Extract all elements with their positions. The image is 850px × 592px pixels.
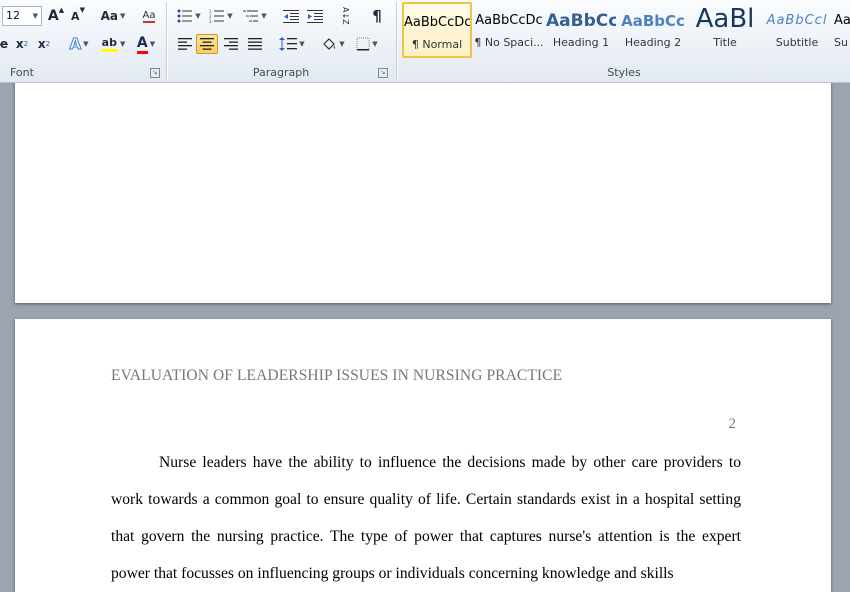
body-text[interactable]: Nurse leaders have the ability to influe… xyxy=(111,444,741,592)
highlight-button[interactable]: ab ▼ xyxy=(96,34,130,54)
align-center-icon xyxy=(200,38,214,50)
clear-formatting-button[interactable]: Aa xyxy=(138,6,160,26)
paint-bucket-icon xyxy=(323,38,336,50)
bullets-icon xyxy=(177,9,193,23)
sort-icon: A↓Z xyxy=(341,7,350,25)
increase-indent-button[interactable] xyxy=(304,6,326,26)
bullets-button[interactable]: ▼ xyxy=(174,6,204,26)
numbering-button[interactable]: 1 2 3 ▼ xyxy=(206,6,236,26)
subscript-mark: 2 xyxy=(23,40,29,48)
borders-button[interactable]: ▼ xyxy=(352,34,382,54)
style-preview: AaBbCc xyxy=(621,12,685,30)
styles-group-label: Styles xyxy=(607,66,641,79)
paragraph-group-label: Paragraph xyxy=(252,66,310,79)
style-normal[interactable]: AaBbCcDc ¶ Normal xyxy=(402,2,472,58)
align-left-button[interactable] xyxy=(174,34,196,54)
paragraph: Nurse leaders have the ability to influe… xyxy=(111,454,741,582)
align-left-icon xyxy=(178,38,192,50)
decrease-indent-button[interactable] xyxy=(280,6,302,26)
sort-button[interactable]: A↓Z xyxy=(334,6,356,26)
clear-format-icon: Aa xyxy=(142,9,156,23)
multilevel-list-icon xyxy=(243,10,259,22)
text-effects-button[interactable]: A ▼ xyxy=(64,34,94,54)
group-separator xyxy=(166,2,167,80)
show-hide-button[interactable]: ¶ xyxy=(366,6,388,26)
group-separator xyxy=(396,2,397,80)
font-dialog-launcher-icon[interactable]: ↘ xyxy=(150,68,160,78)
style-title[interactable]: AaBl Title xyxy=(690,2,760,58)
line-spacing-button[interactable]: ▼ xyxy=(276,34,308,54)
style-no-spacing[interactable]: AaBbCcDc ¶ No Spaci... xyxy=(474,2,544,58)
style-name: Su xyxy=(834,36,848,49)
align-right-icon xyxy=(224,38,238,50)
style-name: ¶ Normal xyxy=(411,38,463,51)
subscript-icon: x xyxy=(15,37,24,51)
align-right-button[interactable] xyxy=(220,34,242,54)
multilevel-list-button[interactable]: ▼ xyxy=(240,6,270,26)
grow-font-button[interactable]: A ▲ xyxy=(46,6,66,26)
text-effects-icon: A xyxy=(69,35,82,54)
style-heading-1[interactable]: AaBbCc Heading 1 xyxy=(546,2,616,58)
font-size-value: 12 xyxy=(6,9,20,22)
grow-font-icon: A xyxy=(47,8,59,24)
paragraph-group: ▼ 1 2 3 ▼ ▼ A↓Z ¶ ▼ ▼ ▼ Paragraph ↘ xyxy=(168,0,394,82)
font-color-button[interactable]: A ▼ xyxy=(130,34,162,54)
style-name: Subtitle xyxy=(775,36,819,49)
style-name: Heading 1 xyxy=(552,36,610,49)
change-case-button[interactable]: Aa ▼ xyxy=(98,6,128,26)
increase-indent-icon xyxy=(307,10,323,23)
paragraph-dialog-launcher-icon[interactable]: ↘ xyxy=(378,68,388,78)
style-preview: AaBbCcDc xyxy=(404,15,470,30)
style-preview: AaBbCcl xyxy=(766,13,828,28)
font-size-combo[interactable]: 12 ▼ xyxy=(2,6,42,26)
style-preview: AaBbCc xyxy=(546,11,616,31)
superscript-button[interactable]: x2 xyxy=(34,34,54,54)
shrink-font-button[interactable]: A ▼ xyxy=(68,6,88,26)
pilcrow-icon: ¶ xyxy=(372,7,382,25)
change-case-icon: Aa xyxy=(100,9,118,23)
decrease-indent-icon xyxy=(283,10,299,23)
highlight-icon: ab xyxy=(100,36,118,52)
line-spacing-icon xyxy=(279,37,298,51)
justify-button[interactable] xyxy=(244,34,266,54)
style-heading-2[interactable]: AaBbCc Heading 2 xyxy=(618,2,688,58)
subscript-button[interactable]: x2 xyxy=(12,34,32,54)
page-number: 2 xyxy=(728,416,737,432)
style-subtle-emphasis[interactable]: AaBbCcD Su xyxy=(834,2,850,58)
style-name: Heading 2 xyxy=(624,36,682,49)
document-area[interactable]: EVALUATION OF LEADERSHIP ISSUES IN NURSI… xyxy=(0,83,850,592)
page-1[interactable] xyxy=(15,83,831,303)
font-group: 12 ▼ A ▲ A ▼ Aa ▼ Aa e x2 x2 A ▼ ab ▼ A … xyxy=(0,0,166,82)
font-group-label: Font xyxy=(10,66,34,79)
superscript-mark: 2 xyxy=(45,40,51,48)
justify-icon xyxy=(248,38,262,50)
style-preview: AaBbCcD xyxy=(834,13,850,28)
style-preview: AaBl xyxy=(695,4,755,34)
page-2[interactable]: EVALUATION OF LEADERSHIP ISSUES IN NURSI… xyxy=(15,319,831,592)
style-name: Title xyxy=(713,36,737,49)
numbering-icon: 123 xyxy=(209,9,225,23)
font-color-icon: A xyxy=(136,35,148,54)
shrink-font-icon: A xyxy=(71,9,80,23)
style-name: ¶ No Spaci... xyxy=(474,36,544,49)
strikethrough-icon: e xyxy=(0,37,9,51)
chevron-down-icon: ▼ xyxy=(32,12,38,20)
align-center-button[interactable] xyxy=(196,34,218,54)
shading-button[interactable]: ▼ xyxy=(318,34,348,54)
style-subtitle[interactable]: AaBbCcl Subtitle xyxy=(762,2,832,58)
strikethrough-button[interactable]: e xyxy=(0,34,10,54)
superscript-icon: x xyxy=(37,37,46,51)
style-preview: AaBbCcDc xyxy=(475,13,543,28)
svg-text:3: 3 xyxy=(209,19,212,23)
borders-icon xyxy=(356,37,370,51)
header-title: EVALUATION OF LEADERSHIP ISSUES IN NURSI… xyxy=(111,367,563,384)
ribbon: 12 ▼ A ▲ A ▼ Aa ▼ Aa e x2 x2 A ▼ ab ▼ A … xyxy=(0,0,850,83)
styles-group: AaBbCcDc ¶ Normal AaBbCcDc ¶ No Spaci...… xyxy=(398,0,850,82)
